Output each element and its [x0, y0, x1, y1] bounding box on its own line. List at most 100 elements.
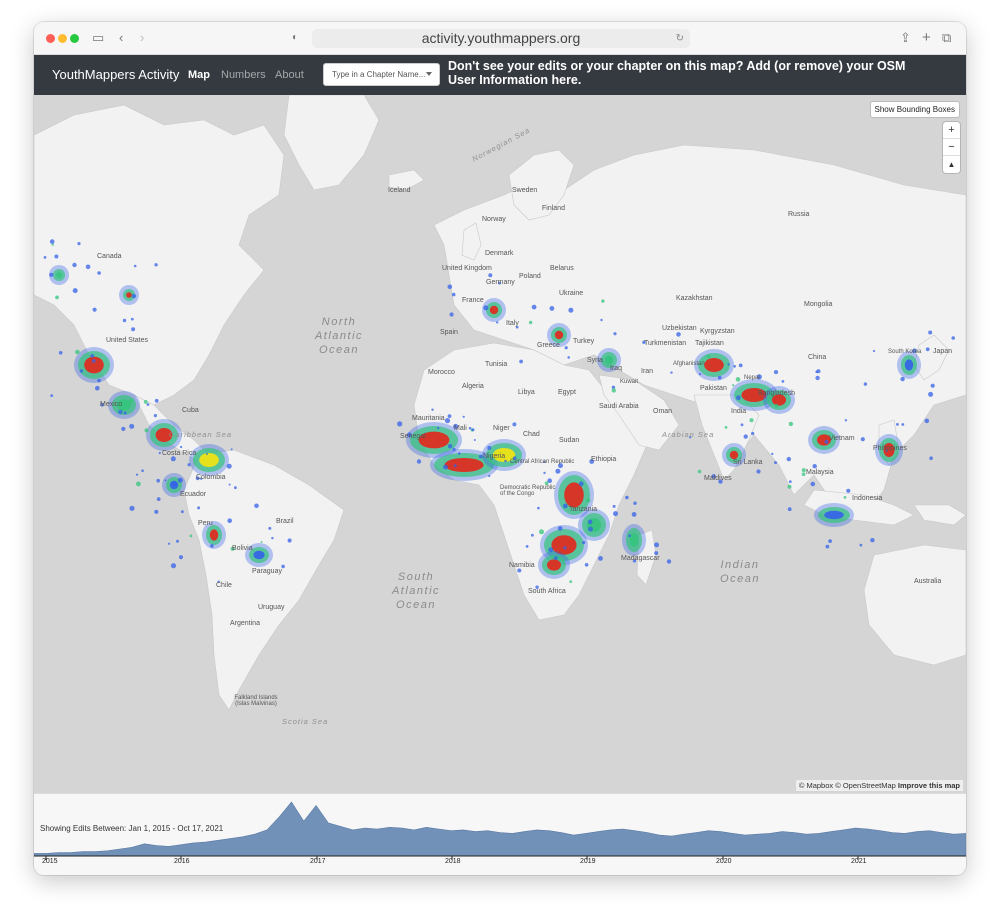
- heat-dot: [95, 385, 100, 391]
- heat-dot: [736, 395, 741, 401]
- heat-dot: [846, 488, 851, 493]
- heat-core: [729, 450, 739, 460]
- label-chad: Chad: [523, 431, 540, 438]
- forward-arrow-icon[interactable]: ›: [140, 29, 144, 47]
- heat-dot: [613, 511, 618, 517]
- heat-dot: [586, 498, 591, 503]
- heat-dot: [872, 349, 876, 353]
- share-icon[interactable]: ⇪: [900, 29, 911, 47]
- heat-dot: [863, 382, 868, 386]
- heat-core: [904, 359, 914, 371]
- heat-dot: [525, 545, 529, 548]
- browser-window: ▭ ‹ › ◐ activity.youthmappers.org ↻ ⇪ + …: [34, 22, 966, 875]
- heat-dot: [633, 501, 637, 505]
- heat-dot: [158, 451, 161, 455]
- label-arabian-sea: Arabian Sea: [662, 430, 715, 439]
- heat-dot: [773, 370, 779, 375]
- address-bar[interactable]: activity.youthmappers.org ↻: [312, 29, 690, 48]
- maximize-window-button[interactable]: [70, 34, 79, 43]
- show-bounding-boxes-button[interactable]: Show Bounding Boxes: [869, 101, 960, 118]
- tabs-overview-icon[interactable]: ⧉: [942, 29, 951, 47]
- sidebar-icon[interactable]: ▭: [92, 29, 104, 47]
- url-text: activity.youthmappers.org: [421, 30, 581, 46]
- heat-dot: [564, 346, 568, 350]
- new-tab-icon[interactable]: +: [922, 29, 931, 47]
- heat-dot: [123, 411, 127, 415]
- heat-dot: [416, 459, 422, 464]
- heat-dot: [628, 534, 631, 538]
- heat-dot: [860, 437, 865, 442]
- heat-dot: [844, 419, 848, 422]
- label-afghanistan: Afghanistan: [673, 361, 705, 367]
- heat-dot: [443, 464, 448, 470]
- edits-timeline[interactable]: Showing Edits Between: Jan 1, 2015 - Oct…: [34, 793, 966, 875]
- heat-dot: [496, 321, 499, 324]
- back-arrow-icon[interactable]: ‹: [119, 29, 123, 47]
- heat-dot: [816, 369, 821, 374]
- attribution-text[interactable]: © Mapbox © OpenStreetMap: [799, 781, 896, 790]
- heat-dot: [437, 426, 440, 430]
- label-argentina: Argentina: [230, 620, 260, 627]
- chapter-search-select[interactable]: Type in a Chapter Name...: [323, 63, 440, 86]
- heat-dot: [121, 426, 126, 431]
- heat-dot: [801, 472, 806, 477]
- heat-dot: [129, 505, 135, 511]
- compass-icon[interactable]: ▲: [943, 156, 960, 173]
- label-syria: Syria: [587, 357, 603, 364]
- zoom-out-button[interactable]: −: [943, 139, 960, 156]
- label-mauritania: Mauritania: [412, 415, 445, 422]
- label-iran: Iran: [641, 368, 654, 375]
- nav-link-map[interactable]: Map: [188, 69, 210, 81]
- label-paraguay: Paraguay: [252, 568, 282, 575]
- label-caribbean-sea: Caribbean Sea: [169, 430, 233, 439]
- heat-dot: [156, 497, 161, 501]
- timeline-year-2021: 2021: [851, 858, 867, 865]
- label-algeria: Algeria: [462, 383, 484, 390]
- minimize-window-button[interactable]: [58, 34, 67, 43]
- activity-map[interactable]: Canada United States Mexico Cuba Costa R…: [34, 95, 966, 793]
- heat-dot: [54, 254, 59, 259]
- heat-dot: [553, 556, 558, 560]
- heat-dot: [588, 526, 593, 532]
- improve-map-link[interactable]: Improve this map: [898, 781, 960, 790]
- label-sweden: Sweden: [512, 187, 538, 194]
- heat-dot: [488, 474, 491, 478]
- label-malaysia: Malaysia: [806, 469, 834, 476]
- heat-dot: [156, 478, 160, 483]
- heat-dot: [178, 555, 184, 560]
- reload-icon[interactable]: ↻: [676, 29, 684, 48]
- heat-dot: [483, 305, 489, 311]
- heat-dot: [77, 242, 81, 246]
- heat-core: [56, 272, 62, 278]
- heat-dot: [815, 375, 820, 381]
- label-united-kingdom: United Kingdom: [442, 265, 492, 272]
- heat-core: [604, 355, 614, 365]
- heat-dot: [268, 526, 272, 530]
- label-uzbekistan: Uzbekistan: [662, 325, 697, 332]
- close-window-button[interactable]: [46, 34, 55, 43]
- label-falkland: Falkland Islands (Islas Malvinas): [234, 695, 278, 707]
- heat-dot: [924, 418, 930, 424]
- heat-dot: [131, 327, 136, 332]
- heat-dot: [131, 293, 137, 299]
- zoom-in-button[interactable]: +: [943, 122, 960, 139]
- label-australia: Australia: [914, 578, 942, 585]
- heat-dot: [568, 307, 574, 313]
- label-spain: Spain: [440, 329, 458, 336]
- heat-dot: [287, 538, 292, 543]
- browser-toolbar: ▭ ‹ › ◐ activity.youthmappers.org ↻ ⇪ + …: [34, 22, 966, 55]
- heat-dot: [751, 431, 755, 436]
- nav-link-about[interactable]: About: [275, 69, 304, 81]
- label-indonesia: Indonesia: [852, 495, 883, 502]
- label-mali: Mali: [454, 425, 467, 432]
- navbar-brand[interactable]: YouthMappers Activity: [52, 67, 179, 82]
- osm-user-info-link[interactable]: Don't see your edits or your chapter on …: [448, 59, 928, 87]
- heat-dot: [447, 284, 453, 290]
- heat-dot: [228, 483, 231, 486]
- nav-link-numbers[interactable]: Numbers: [221, 69, 266, 81]
- zoom-control: + − ▲: [943, 122, 960, 173]
- label-tunisia: Tunisia: [485, 361, 508, 368]
- heat-core: [554, 330, 564, 340]
- label-ecuador: Ecuador: [180, 491, 207, 498]
- label-saudi-arabia: Saudi Arabia: [599, 403, 639, 410]
